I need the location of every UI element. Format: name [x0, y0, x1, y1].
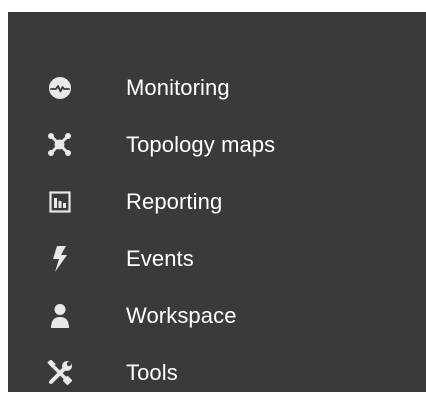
heartbeat-icon — [46, 74, 74, 102]
sidebar-item-label: Monitoring — [126, 74, 230, 100]
sidebar-item-reporting[interactable]: Reporting — [8, 173, 426, 230]
sidebar-item-events[interactable]: Events — [8, 230, 426, 287]
user-icon — [46, 302, 74, 330]
sidebar-item-monitoring[interactable]: Monitoring — [8, 59, 426, 116]
sidebar-item-label: Topology maps — [126, 131, 276, 157]
sidebar-item-label: Events — [126, 245, 194, 271]
sidebar-item-label: Workspace — [126, 302, 237, 328]
sidebar-nav: Monitoring Topology maps Reporting Event… — [8, 59, 426, 401]
sidebar-item-tools[interactable]: Tools — [8, 344, 426, 401]
sidebar-item-topology-maps[interactable]: Topology maps — [8, 116, 426, 173]
wrench-screwdriver-icon — [46, 359, 74, 387]
sidebar-item-workspace[interactable]: Workspace — [8, 287, 426, 344]
sidebar-item-label: Reporting — [126, 188, 223, 214]
report-chart-icon — [46, 188, 74, 216]
sidebar-item-label: Tools — [126, 359, 178, 385]
topology-icon — [46, 131, 74, 159]
lightning-bolt-icon — [46, 245, 74, 273]
sidebar: Monitoring Topology maps Reporting Event… — [8, 12, 426, 392]
